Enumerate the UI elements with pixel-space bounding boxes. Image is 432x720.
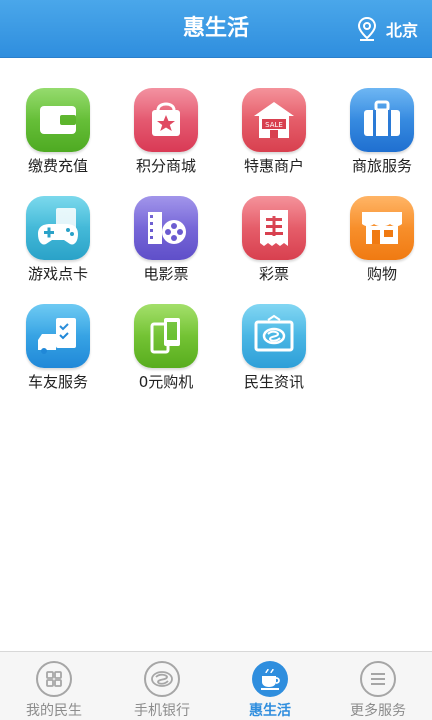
location-city: 北京 <box>385 20 418 40</box>
service-label: 游戏点卡 <box>27 265 88 283</box>
gamepad-icon <box>26 196 90 260</box>
service-item-merchants[interactable]: SALE 特惠商户 <box>220 88 328 192</box>
tab-hui-life[interactable]: 惠生活 <box>216 652 324 720</box>
menu-icon <box>360 661 396 697</box>
service-label: 购物 <box>366 265 397 283</box>
sale-store-icon: SALE <box>242 88 306 152</box>
bottom-tab-bar: 我的民生 手机银行 惠生活 更多服务 <box>0 651 432 720</box>
service-label: 商旅服务 <box>351 157 412 175</box>
svg-text:SALE: SALE <box>265 121 283 129</box>
tab-mobile-bank[interactable]: 手机银行 <box>108 652 216 720</box>
service-label: 民生资讯 <box>243 373 304 391</box>
service-item-lottery[interactable]: 彩票 <box>220 196 328 300</box>
service-item-payment[interactable]: 缴费充值 <box>4 88 112 192</box>
car-checklist-icon <box>26 304 90 368</box>
service-item-points-mall[interactable]: 积分商城 <box>112 88 220 192</box>
service-label: 积分商城 <box>135 157 196 175</box>
service-label: 电影票 <box>143 265 189 283</box>
storefront-icon <box>350 196 414 260</box>
tab-my-minsheng[interactable]: 我的民生 <box>0 652 108 720</box>
header-bar: 惠生活 北京 <box>0 0 432 58</box>
service-item-shopping[interactable]: 购物 <box>328 196 432 300</box>
phone-icon <box>134 304 198 368</box>
service-label: 车友服务 <box>27 373 88 391</box>
service-item-car-services[interactable]: 车友服务 <box>4 304 112 408</box>
service-label: 特惠商户 <box>243 157 304 175</box>
tab-label: 我的民生 <box>26 703 82 719</box>
lottery-ticket-icon <box>242 196 306 260</box>
service-label: 0元购机 <box>138 373 194 391</box>
film-reel-icon <box>134 196 198 260</box>
service-item-news[interactable]: 民生资讯 <box>220 304 328 408</box>
service-item-game-cards[interactable]: 游戏点卡 <box>4 196 112 300</box>
service-label: 彩票 <box>258 265 289 283</box>
bank-logo-icon <box>144 661 180 697</box>
tab-label: 惠生活 <box>249 703 291 719</box>
coffee-cup-icon <box>252 661 288 697</box>
tab-label: 更多服务 <box>350 703 406 719</box>
service-label: 缴费充值 <box>27 157 88 175</box>
location-pin-icon <box>357 16 376 41</box>
location-selector[interactable]: 北京 <box>356 0 418 57</box>
service-item-movie-tickets[interactable]: 电影票 <box>112 196 220 300</box>
wallet-icon <box>26 88 90 152</box>
service-item-travel[interactable]: 商旅服务 <box>328 88 432 192</box>
tab-label: 手机银行 <box>134 703 190 719</box>
tab-more-services[interactable]: 更多服务 <box>324 652 432 720</box>
grid-icon <box>36 661 72 697</box>
suitcase-icon <box>350 88 414 152</box>
service-item-free-phone[interactable]: 0元购机 <box>112 304 220 408</box>
news-frame-icon <box>242 304 306 368</box>
shopping-bag-icon <box>134 88 198 152</box>
